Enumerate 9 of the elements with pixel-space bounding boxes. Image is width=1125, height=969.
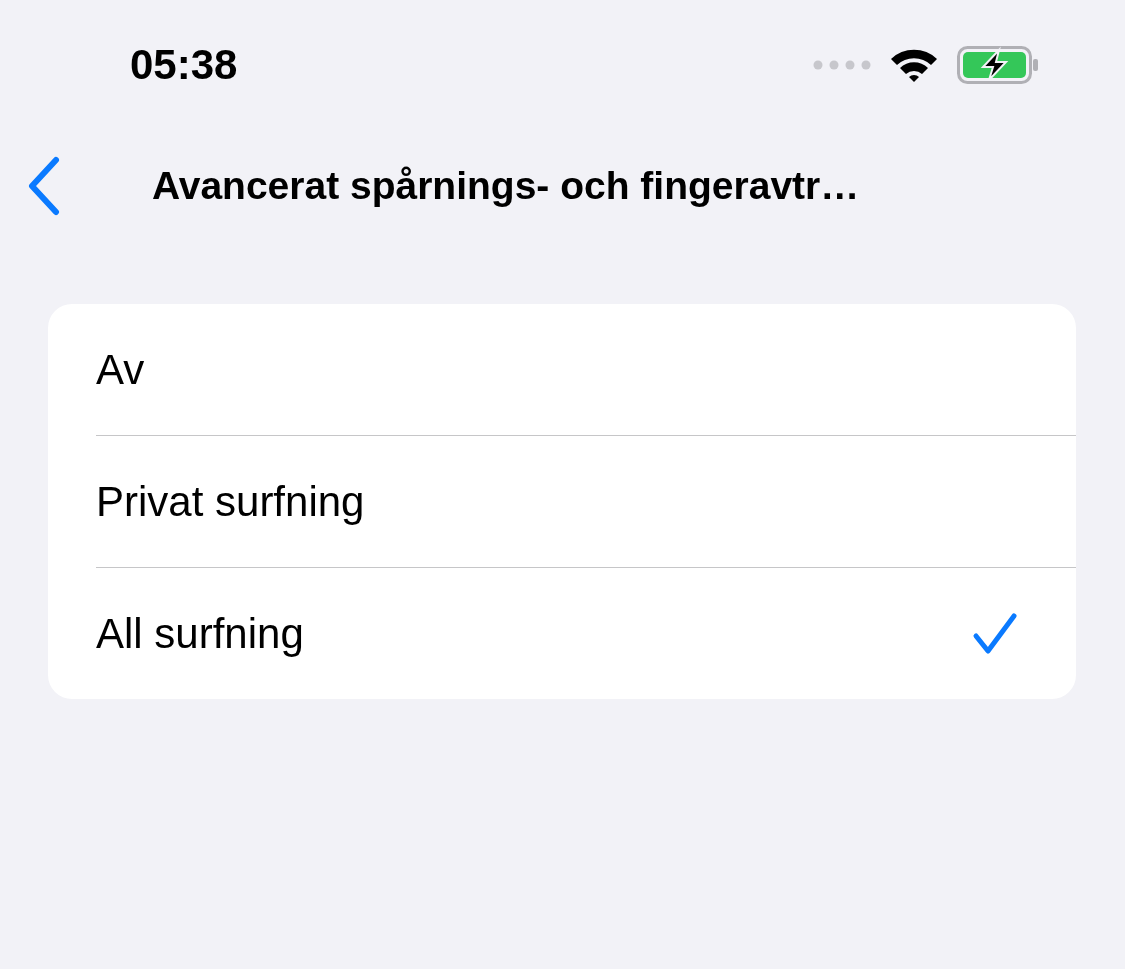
option-row[interactable]: Av (96, 304, 1076, 435)
option-row[interactable]: Privat surfning (96, 435, 1076, 567)
signal-icon (813, 60, 871, 70)
wifi-icon (889, 47, 939, 83)
screen-title: Avancerat spårnings- och fingeravtr… (152, 164, 860, 208)
option-row[interactable]: All surfning (96, 567, 1076, 699)
status-time: 05:38 (130, 41, 239, 89)
battery-charging-icon (957, 46, 1039, 84)
chevron-left-icon (26, 156, 62, 216)
